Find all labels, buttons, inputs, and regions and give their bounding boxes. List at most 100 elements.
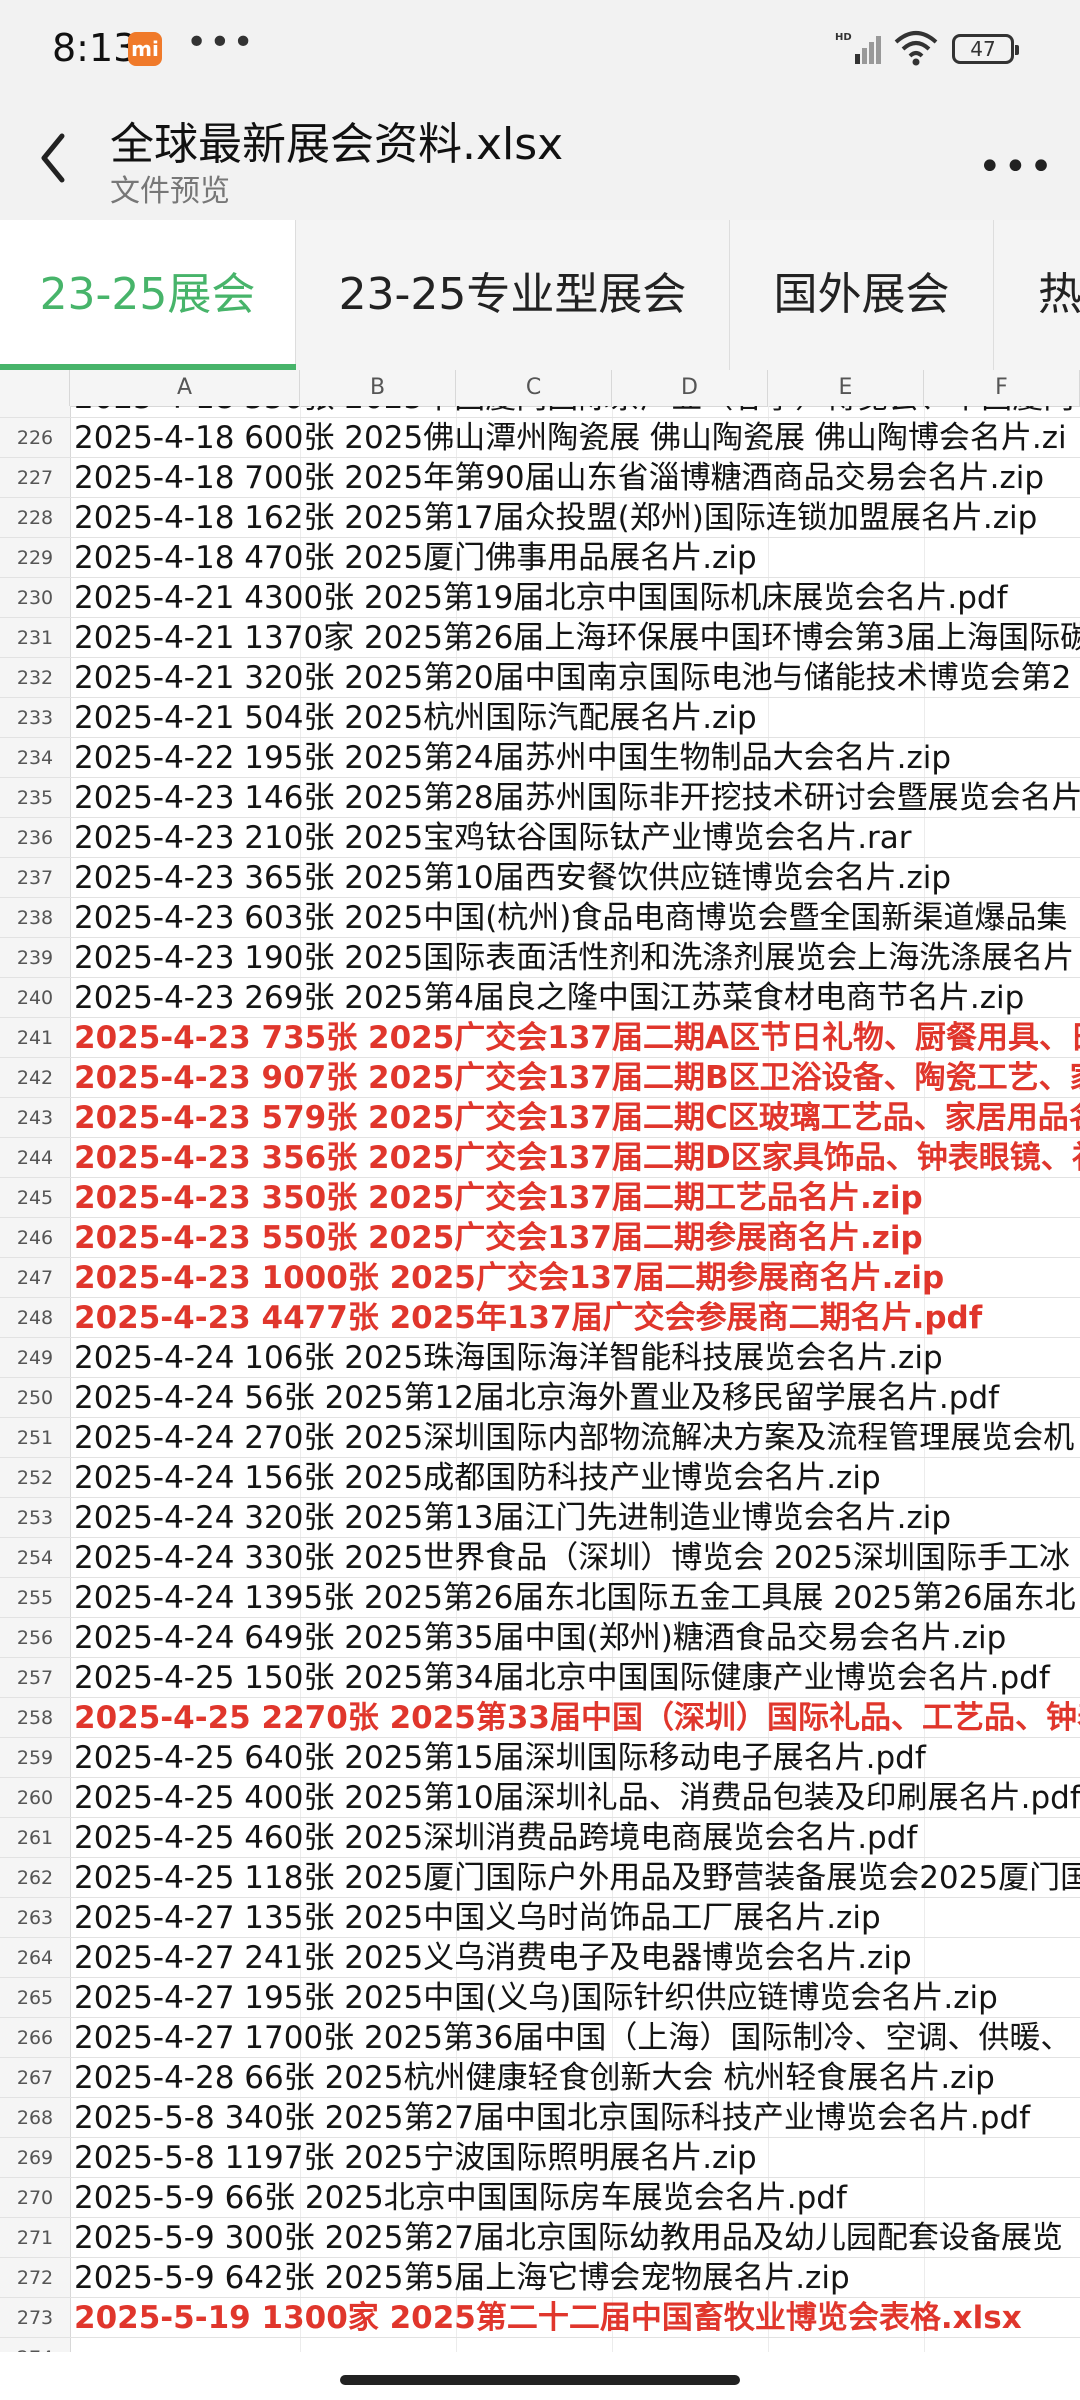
table-row[interactable]: 251 2025-4-24 270张 2025深圳国际内部物流解决方案及流程管理展… bbox=[0, 1418, 1080, 1458]
table-row[interactable]: 257 2025-4-25 150张 2025第34届北京中国国际健康产业博览会名… bbox=[0, 1658, 1080, 1698]
table-row[interactable]: 273 2025-5-19 1300家 2025第二十二届中国畜牧业博览会表格.x… bbox=[0, 2298, 1080, 2338]
tab-foreign-exhibitions[interactable]: 国外展会 bbox=[730, 220, 994, 370]
table-row[interactable]: 248 2025-4-23 4477张 2025年137届广交会参展商二期名片.p… bbox=[0, 1298, 1080, 1338]
table-row[interactable]: 254 2025-4-24 330张 2025世界食品（深圳）博览会 2025深圳… bbox=[0, 1538, 1080, 1578]
table-row[interactable]: 237 2025-4-23 365张 2025第10届西安餐饮供应链博览会名片.z… bbox=[0, 858, 1080, 898]
cell-text[interactable]: 2025-4-27 241张 2025义乌消费电子及电器博览会名片.zip bbox=[74, 1938, 912, 1978]
table-row[interactable]: 239 2025-4-23 190张 2025国际表面活性剂和洗涤剂展览会上海洗涤… bbox=[0, 938, 1080, 978]
cell-text[interactable]: 2025-4-23 603张 2025中国(杭州)食品电商博览会暨全国新渠道爆品… bbox=[74, 898, 1067, 938]
table-row[interactable]: 228 2025-4-18 162张 2025第17届众投盟(郑州)国际连锁加盟展… bbox=[0, 498, 1080, 538]
cell-text[interactable]: 2025-4-23 210张 2025宝鸡钛谷国际钛产业博览会名片.rar bbox=[74, 818, 912, 858]
column-b-header[interactable]: B bbox=[300, 370, 456, 406]
cell-text[interactable]: 2025-4-24 270张 2025深圳国际内部物流解决方案及流程管理展览会机 bbox=[74, 1418, 1074, 1458]
spreadsheet-rows[interactable]: 225 2025-4-18 550张 2025中国厦门国际茶产业（春季）博览会、… bbox=[0, 406, 1080, 2352]
tab-hot[interactable]: 热 bbox=[994, 220, 1080, 370]
table-row[interactable]: 247 2025-4-23 1000张 2025广交会137届二期参展商名片.zi… bbox=[0, 1258, 1080, 1298]
cell-text[interactable]: 2025-4-25 118张 2025厦门国际户外用品及野营装备展览会2025厦… bbox=[74, 1858, 1080, 1898]
cell-text[interactable]: 2025-4-24 320张 2025第13届江门先进制造业博览会名片.zip bbox=[74, 1498, 951, 1538]
cell-text[interactable]: 2025-4-24 649张 2025第35届中国(郑州)糖酒食品交易会名片.z… bbox=[74, 1618, 1006, 1658]
cell-text[interactable]: 2025-4-23 356张 2025广交会137届二期D区家具饰品、钟表眼镜、… bbox=[74, 1138, 1080, 1178]
table-row[interactable]: 230 2025-4-21 4300张 2025第19届北京中国国际机床展览会名片… bbox=[0, 578, 1080, 618]
table-row[interactable]: 231 2025-4-21 1370家 2025第26届上海环保展中国环博会第3届… bbox=[0, 618, 1080, 658]
cell-text[interactable]: 2025-4-18 470张 2025厦门佛事用品展名片.zip bbox=[74, 538, 757, 578]
cell-text[interactable]: 2025-4-21 1370家 2025第26届上海环保展中国环博会第3届上海国… bbox=[74, 618, 1080, 658]
table-row[interactable]: 268 2025-5-8 340张 2025第27届中国北京国际科技产业博览会名片… bbox=[0, 2098, 1080, 2138]
cell-text[interactable]: 2025-4-21 504张 2025杭州国际汽配展名片.zip bbox=[74, 698, 757, 738]
table-row[interactable]: 267 2025-4-28 66张 2025杭州健康轻食创新大会 杭州轻食展名片.… bbox=[0, 2058, 1080, 2098]
cell-text[interactable]: 2025-4-18 162张 2025第17届众投盟(郑州)国际连锁加盟展名片.… bbox=[74, 498, 1037, 538]
table-row[interactable]: 259 2025-4-25 640张 2025第15届深圳国际移动电子展名片.pd… bbox=[0, 1738, 1080, 1778]
cell-text[interactable]: 2025-4-23 735张 2025广交会137届二期A区节日礼物、厨餐用具、… bbox=[74, 1018, 1080, 1058]
table-row[interactable]: 249 2025-4-24 106张 2025珠海国际海洋智能科技展览会名片.zi… bbox=[0, 1338, 1080, 1378]
cell-text[interactable]: 2025-4-24 56张 2025第12届北京海外置业及移民留学展名片.pdf bbox=[74, 1378, 999, 1418]
table-row[interactable]: 225 2025-4-18 550张 2025中国厦门国际茶产业（春季）博览会、… bbox=[0, 406, 1080, 418]
cell-text[interactable]: 2025-4-24 330张 2025世界食品（深圳）博览会 2025深圳国际手… bbox=[74, 1538, 1070, 1578]
cell-text[interactable]: 2025-4-23 350张 2025广交会137届二期工艺品名片.zip bbox=[74, 1178, 923, 1218]
table-row[interactable]: 265 2025-4-27 195张 2025中国(义乌)国际针织供应链博览会名片… bbox=[0, 1978, 1080, 2018]
cell-text[interactable]: 2025-4-25 2270张 2025第33届中国（深圳）国际礼品、工艺品、钟… bbox=[74, 1698, 1080, 1738]
table-row[interactable]: 246 2025-4-23 550张 2025广交会137届二期参展商名片.zip bbox=[0, 1218, 1080, 1258]
chevron-left-icon[interactable] bbox=[32, 128, 76, 188]
table-row[interactable]: 245 2025-4-23 350张 2025广交会137届二期工艺品名片.zip bbox=[0, 1178, 1080, 1218]
cell-text[interactable]: 2025-4-21 320张 2025第20届中国南京国际电池与储能技术博览会第… bbox=[74, 658, 1071, 698]
table-row[interactable]: 272 2025-5-9 642张 2025第5届上海它博会宠物展名片.zip bbox=[0, 2258, 1080, 2298]
cell-text[interactable]: 2025-4-23 907张 2025广交会137届二期B区卫浴设备、陶瓷工艺、… bbox=[74, 1058, 1080, 1098]
cell-text[interactable]: 2025-5-9 642张 2025第5届上海它博会宠物展名片.zip bbox=[74, 2258, 850, 2298]
cell-text[interactable]: 2025-4-27 135张 2025中国义乌时尚饰品工厂展名片.zip bbox=[74, 1898, 881, 1938]
table-row[interactable]: 256 2025-4-24 649张 2025第35届中国(郑州)糖酒食品交易会名… bbox=[0, 1618, 1080, 1658]
table-row[interactable]: 238 2025-4-23 603张 2025中国(杭州)食品电商博览会暨全国新渠… bbox=[0, 898, 1080, 938]
table-row[interactable]: 244 2025-4-23 356张 2025广交会137届二期D区家具饰品、钟表… bbox=[0, 1138, 1080, 1178]
cell-text[interactable]: 2025-4-22 195张 2025第24届苏州中国生物制品大会名片.zip bbox=[74, 738, 951, 778]
table-row[interactable]: 269 2025-5-8 1197张 2025宁波国际照明展名片.zip bbox=[0, 2138, 1080, 2178]
table-row[interactable]: 271 2025-5-9 300张 2025第27届北京国际幼教用品及幼儿园配套设… bbox=[0, 2218, 1080, 2258]
column-a-header[interactable]: A bbox=[70, 370, 300, 406]
cell-text[interactable]: 2025-4-23 365张 2025第10届西安餐饮供应链博览会名片.zip bbox=[74, 858, 951, 898]
cell-text[interactable]: 2025-5-9 66张 2025北京中国国际房车展览会名片.pdf bbox=[74, 2178, 847, 2218]
table-row[interactable]: 264 2025-4-27 241张 2025义乌消费电子及电器博览会名片.zip bbox=[0, 1938, 1080, 1978]
table-row[interactable]: 262 2025-4-25 118张 2025厦门国际户外用品及野营装备展览会20… bbox=[0, 1858, 1080, 1898]
table-row[interactable]: 255 2025-4-24 1395张 2025第26届东北国际五金工具展 202… bbox=[0, 1578, 1080, 1618]
cell-text[interactable]: 2025-4-25 640张 2025第15届深圳国际移动电子展名片.pdf bbox=[74, 1738, 926, 1778]
column-c-header[interactable]: C bbox=[456, 370, 612, 406]
table-row[interactable]: 252 2025-4-24 156张 2025成都国防科技产业博览会名片.zip bbox=[0, 1458, 1080, 1498]
cell-text[interactable]: 2025-4-23 190张 2025国际表面活性剂和洗涤剂展览会上海洗涤展名片 bbox=[74, 938, 1074, 978]
column-e-header[interactable]: E bbox=[768, 370, 924, 406]
table-row[interactable]: 243 2025-4-23 579张 2025广交会137届二期C区玻璃工艺品、家… bbox=[0, 1098, 1080, 1138]
table-row[interactable]: 263 2025-4-27 135张 2025中国义乌时尚饰品工厂展名片.zip bbox=[0, 1898, 1080, 1938]
cell-text[interactable]: 2025-4-23 269张 2025第4届良之隆中国江苏菜食材电商节名片.zi… bbox=[74, 978, 1024, 1018]
table-row[interactable]: 266 2025-4-27 1700张 2025第36届中国（上海）国际制冷、空调… bbox=[0, 2018, 1080, 2058]
table-row[interactable]: 242 2025-4-23 907张 2025广交会137届二期B区卫浴设备、陶瓷… bbox=[0, 1058, 1080, 1098]
table-row[interactable]: 232 2025-4-21 320张 2025第20届中国南京国际电池与储能技术博… bbox=[0, 658, 1080, 698]
table-row[interactable]: 236 2025-4-23 210张 2025宝鸡钛谷国际钛产业博览会名片.rar bbox=[0, 818, 1080, 858]
table-row[interactable]: 227 2025-4-18 700张 2025年第90届山东省淄博糖酒商品交易会名… bbox=[0, 458, 1080, 498]
cell-text[interactable]: 2025-4-24 156张 2025成都国防科技产业博览会名片.zip bbox=[74, 1458, 881, 1498]
cell-text[interactable]: 2025-4-18 700张 2025年第90届山东省淄博糖酒商品交易会名片.z… bbox=[74, 458, 1044, 498]
cell-text[interactable]: 2025-5-8 340张 2025第27届中国北京国际科技产业博览会名片.pd… bbox=[74, 2098, 1030, 2138]
cell-text[interactable]: 2025-4-27 195张 2025中国(义乌)国际针织供应链博览会名片.zi… bbox=[74, 1978, 998, 2018]
column-f-header[interactable]: F bbox=[924, 370, 1080, 406]
cell-text[interactable]: 2025-5-9 300张 2025第27届北京国际幼教用品及幼儿园配套设备展览 bbox=[74, 2218, 1063, 2258]
cell-text[interactable]: 2025-4-25 460张 2025深圳消费品跨境电商展览会名片.pdf bbox=[74, 1818, 917, 1858]
table-row[interactable]: 260 2025-4-25 400张 2025第10届深圳礼品、消费品包装及印刷展… bbox=[0, 1778, 1080, 1818]
cell-text[interactable]: 2025-4-24 1395张 2025第26届东北国际五金工具展 2025第2… bbox=[74, 1578, 1076, 1618]
table-row[interactable]: 270 2025-5-9 66张 2025北京中国国际房车展览会名片.pdf bbox=[0, 2178, 1080, 2218]
more-horizontal-icon[interactable]: ••• bbox=[978, 144, 1055, 190]
table-row[interactable]: 258 2025-4-25 2270张 2025第33届中国（深圳）国际礼品、工艺… bbox=[0, 1698, 1080, 1738]
cell-text[interactable]: 2025-4-27 1700张 2025第36届中国（上海）国际制冷、空调、供暖… bbox=[74, 2018, 1071, 2058]
cell-text[interactable]: 2025-5-8 1197张 2025宁波国际照明展名片.zip bbox=[74, 2138, 757, 2178]
cell-text[interactable]: 2025-4-23 550张 2025广交会137届二期参展商名片.zip bbox=[74, 1218, 923, 1258]
cell-text[interactable]: 2025-4-23 146张 2025第28届苏州国际非开挖技术研讨会暨展览会名… bbox=[74, 778, 1080, 818]
table-row[interactable]: 240 2025-4-23 269张 2025第4届良之隆中国江苏菜食材电商节名片… bbox=[0, 978, 1080, 1018]
cell-text[interactable]: 2025-4-18 550张 2025中国厦门国际茶产业（春季）博览会、中国厦门 bbox=[74, 406, 1074, 418]
cell-text[interactable]: 2025-4-24 106张 2025珠海国际海洋智能科技展览会名片.zip bbox=[74, 1338, 943, 1378]
cell-text[interactable]: 2025-5-19 1300家 2025第二十二届中国畜牧业博览会表格.xlsx bbox=[74, 2298, 1022, 2338]
cell-text[interactable]: 2025-4-23 1000张 2025广交会137届二期参展商名片.zip bbox=[74, 1258, 944, 1298]
table-row[interactable]: 234 2025-4-22 195张 2025第24届苏州中国生物制品大会名片.z… bbox=[0, 738, 1080, 778]
cell-text[interactable]: 2025-4-23 579张 2025广交会137届二期C区玻璃工艺品、家居用品… bbox=[74, 1098, 1080, 1138]
table-row[interactable]: 253 2025-4-24 320张 2025第13届江门先进制造业博览会名片.z… bbox=[0, 1498, 1080, 1538]
table-row[interactable]: 250 2025-4-24 56张 2025第12届北京海外置业及移民留学展名片.… bbox=[0, 1378, 1080, 1418]
table-row[interactable]: 274 bbox=[0, 2338, 1080, 2352]
tab-23-25-exhibitions[interactable]: 23-25展会 bbox=[0, 220, 296, 370]
table-row[interactable]: 226 2025-4-18 600张 2025佛山潭州陶瓷展 佛山陶瓷展 佛山陶博… bbox=[0, 418, 1080, 458]
cell-text[interactable]: 2025-4-18 600张 2025佛山潭州陶瓷展 佛山陶瓷展 佛山陶博会名片… bbox=[74, 418, 1067, 458]
